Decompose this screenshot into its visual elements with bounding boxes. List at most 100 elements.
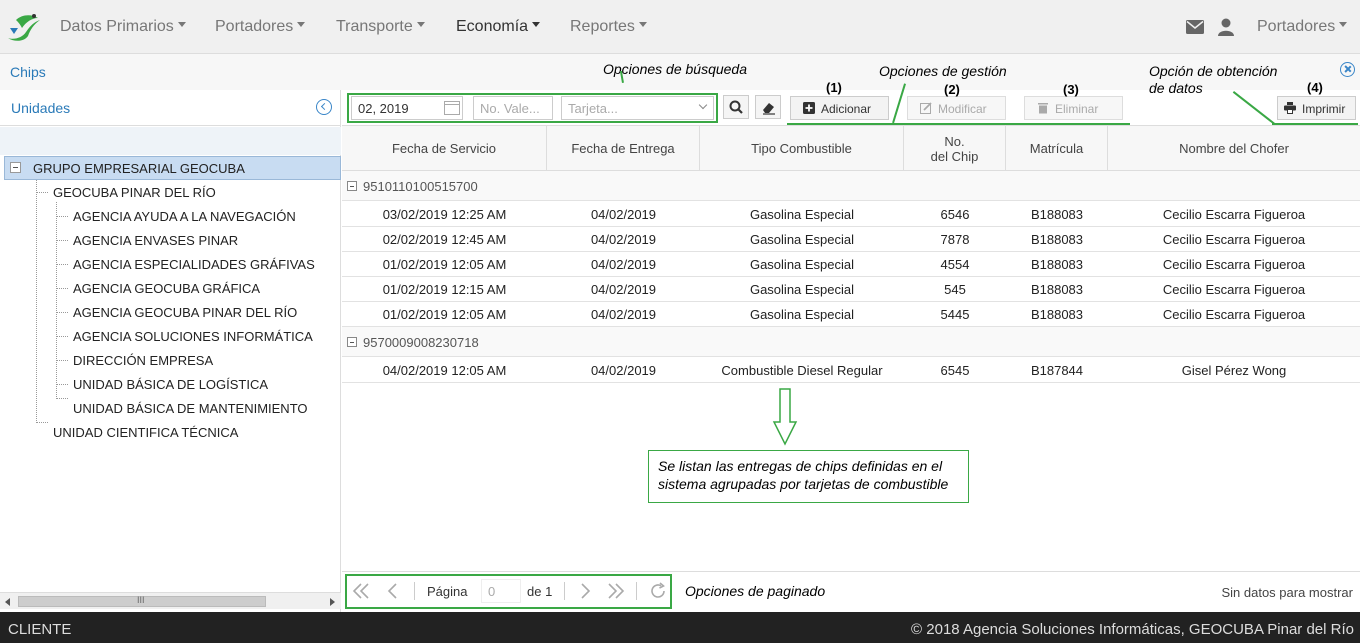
table-row[interactable]: 01/02/2019 12:15 AM 04/02/2019 Gasolina Es… [342, 277, 1360, 302]
tree-node[interactable]: GEOCUBA PINAR DEL RÍO [53, 185, 216, 200]
collapse-group-icon[interactable] [347, 181, 357, 191]
collapse-panel-icon[interactable] [316, 99, 332, 115]
arrow-down-icon [772, 388, 798, 446]
edit-button[interactable]: Modificar [907, 96, 1006, 120]
annotation-number: (2) [944, 82, 960, 97]
tree-connector [36, 180, 37, 423]
table-cell: Cecilio Escarra Figueroa [1162, 282, 1306, 297]
nav-economia[interactable]: Economía [456, 18, 541, 36]
annotation-data: Opción de obtención [1149, 63, 1278, 79]
collapse-group-icon[interactable] [347, 337, 357, 347]
delete-button[interactable]: Eliminar [1024, 96, 1123, 120]
scroll-thumb[interactable]: III [18, 595, 266, 607]
previous-page-icon[interactable] [387, 583, 399, 599]
tree-connector [36, 192, 48, 193]
logo-icon[interactable] [4, 10, 44, 44]
table-row[interactable]: 01/02/2019 12:05 AM 04/02/2019 Gasolina Es… [342, 302, 1360, 327]
search-icon [729, 100, 743, 114]
print-button[interactable]: Imprimir [1277, 96, 1356, 120]
tree-connector [56, 202, 57, 399]
tree-node[interactable]: AGENCIA GEOCUBA PINAR DEL RÍO [73, 305, 297, 320]
column-header[interactable]: No. del Chip [904, 126, 1006, 171]
tree-node[interactable]: DIRECCIÓN EMPRESA [73, 353, 213, 368]
group-row[interactable]: 9570009008230718 [342, 327, 1360, 357]
scroll-right-icon[interactable] [330, 598, 335, 606]
table-cell: 04/02/2019 [590, 307, 657, 322]
nav-label: Economía [456, 18, 529, 35]
table-row[interactable]: 03/02/2019 12:25 AM 04/02/2019 Gasolina Es… [342, 202, 1360, 227]
nav-portadores[interactable]: Portadores [215, 18, 306, 36]
horizontal-scrollbar[interactable]: III [0, 592, 341, 609]
table-cell: Cecilio Escarra Figueroa [1162, 307, 1306, 322]
nav-transporte[interactable]: Transporte [336, 18, 425, 36]
nav-datos-primarios[interactable]: Datos Primarios [60, 18, 186, 36]
nav-user-portadores[interactable]: Portadores [1257, 18, 1348, 36]
table-row[interactable]: 01/02/2019 12:05 AM 04/02/2019 Gasolina Es… [342, 252, 1360, 277]
tree-node[interactable]: AGENCIA GEOCUBA GRÁFICA [73, 281, 260, 296]
edit-button-label: Modificar [938, 102, 987, 116]
add-button-label: Adicionar [821, 102, 872, 116]
nav-label: Transporte [336, 18, 413, 35]
column-header[interactable]: Nombre del Chofer [1108, 126, 1360, 171]
footer-copyright: © 2018 Agencia Soluciones Informáticas, … [911, 621, 1354, 638]
table-cell: Cecilio Escarra Figueroa [1162, 232, 1306, 247]
table-cell: Gasolina Especial [749, 282, 855, 297]
refresh-icon[interactable] [648, 581, 668, 601]
last-page-icon[interactable] [607, 583, 625, 599]
column-header[interactable]: Fecha de Entrega [547, 126, 700, 171]
scroll-left-icon[interactable] [5, 598, 10, 606]
tree-connector [56, 312, 68, 313]
tree-connector [56, 398, 68, 399]
mail-icon[interactable] [1186, 20, 1204, 34]
page-count-label: de 1 [527, 584, 553, 599]
tree-connector [56, 240, 68, 241]
table-cell: B188083 [1030, 282, 1084, 297]
tree-node[interactable]: AGENCIA SOLUCIONES INFORMÁTICA [73, 329, 313, 344]
first-page-icon[interactable] [352, 583, 370, 599]
table-cell: 6545 [940, 363, 970, 378]
page-number-value: 0 [488, 584, 496, 599]
table-row[interactable]: 02/02/2019 12:45 AM 04/02/2019 Gasolina Es… [342, 227, 1360, 252]
page-number-input[interactable]: 0 [481, 579, 521, 603]
tree-node[interactable]: UNIDAD CIENTIFICA TÉCNICA [53, 425, 238, 440]
table-cell: B188083 [1030, 307, 1084, 322]
clear-filter-button[interactable] [755, 95, 781, 119]
add-button[interactable]: Adicionar [790, 96, 889, 120]
table-cell: 04/02/2019 [590, 363, 657, 378]
tarjeta-select[interactable]: Tarjeta... [561, 96, 714, 120]
page-title: Chips [10, 64, 46, 80]
tree-node[interactable]: UNIDAD BÁSICA DE MANTENIMIENTO [73, 401, 308, 416]
search-button[interactable] [723, 95, 749, 119]
nav-label: Reportes [570, 18, 635, 35]
user-icon[interactable] [1218, 18, 1234, 36]
table-cell: Gasolina Especial [749, 207, 855, 222]
tree-node-root[interactable]: GRUPO EMPRESARIAL GEOCUBA [4, 156, 341, 180]
tree-connector [56, 360, 68, 361]
next-page-icon[interactable] [579, 583, 591, 599]
close-icon[interactable] [1340, 62, 1355, 77]
nav-label: Datos Primarios [60, 18, 174, 35]
annotation-number: (4) [1307, 80, 1323, 95]
column-header[interactable]: Matrícula [1006, 126, 1108, 171]
scroll-thumb-grip: III [137, 595, 145, 605]
print-button-label: Imprimir [1302, 102, 1346, 116]
table-cell: 01/02/2019 12:05 AM [382, 307, 507, 322]
tree-connector [36, 422, 48, 423]
calendar-icon[interactable] [444, 101, 460, 115]
tree-node[interactable]: AGENCIA ENVASES PINAR [73, 233, 238, 248]
vale-input[interactable]: No. Vale... [473, 96, 553, 120]
tree-node[interactable]: AGENCIA AYUDA A LA NAVEGACIÓN [73, 209, 296, 224]
group-row[interactable]: 9510110100515700 [342, 171, 1360, 201]
table-cell: Cecilio Escarra Figueroa [1162, 207, 1306, 222]
table-cell: Cecilio Escarra Figueroa [1162, 257, 1306, 272]
nav-reportes[interactable]: Reportes [570, 18, 647, 36]
column-header[interactable]: Tipo Combustible [700, 126, 904, 171]
tree-node[interactable]: UNIDAD BÁSICA DE LOGÍSTICA [73, 377, 268, 392]
printer-icon [1284, 102, 1296, 114]
column-header[interactable]: Fecha de Servicio [342, 126, 547, 171]
table-cell: 01/02/2019 12:15 AM [382, 282, 507, 297]
collapse-node-icon[interactable] [10, 162, 21, 173]
annotation-data: de datos [1149, 80, 1203, 96]
table-row[interactable]: 04/02/2019 12:05 AM 04/02/2019 Combustible… [342, 358, 1360, 383]
tree-node[interactable]: AGENCIA ESPECIALIDADES GRÁFIVAS [73, 257, 315, 272]
